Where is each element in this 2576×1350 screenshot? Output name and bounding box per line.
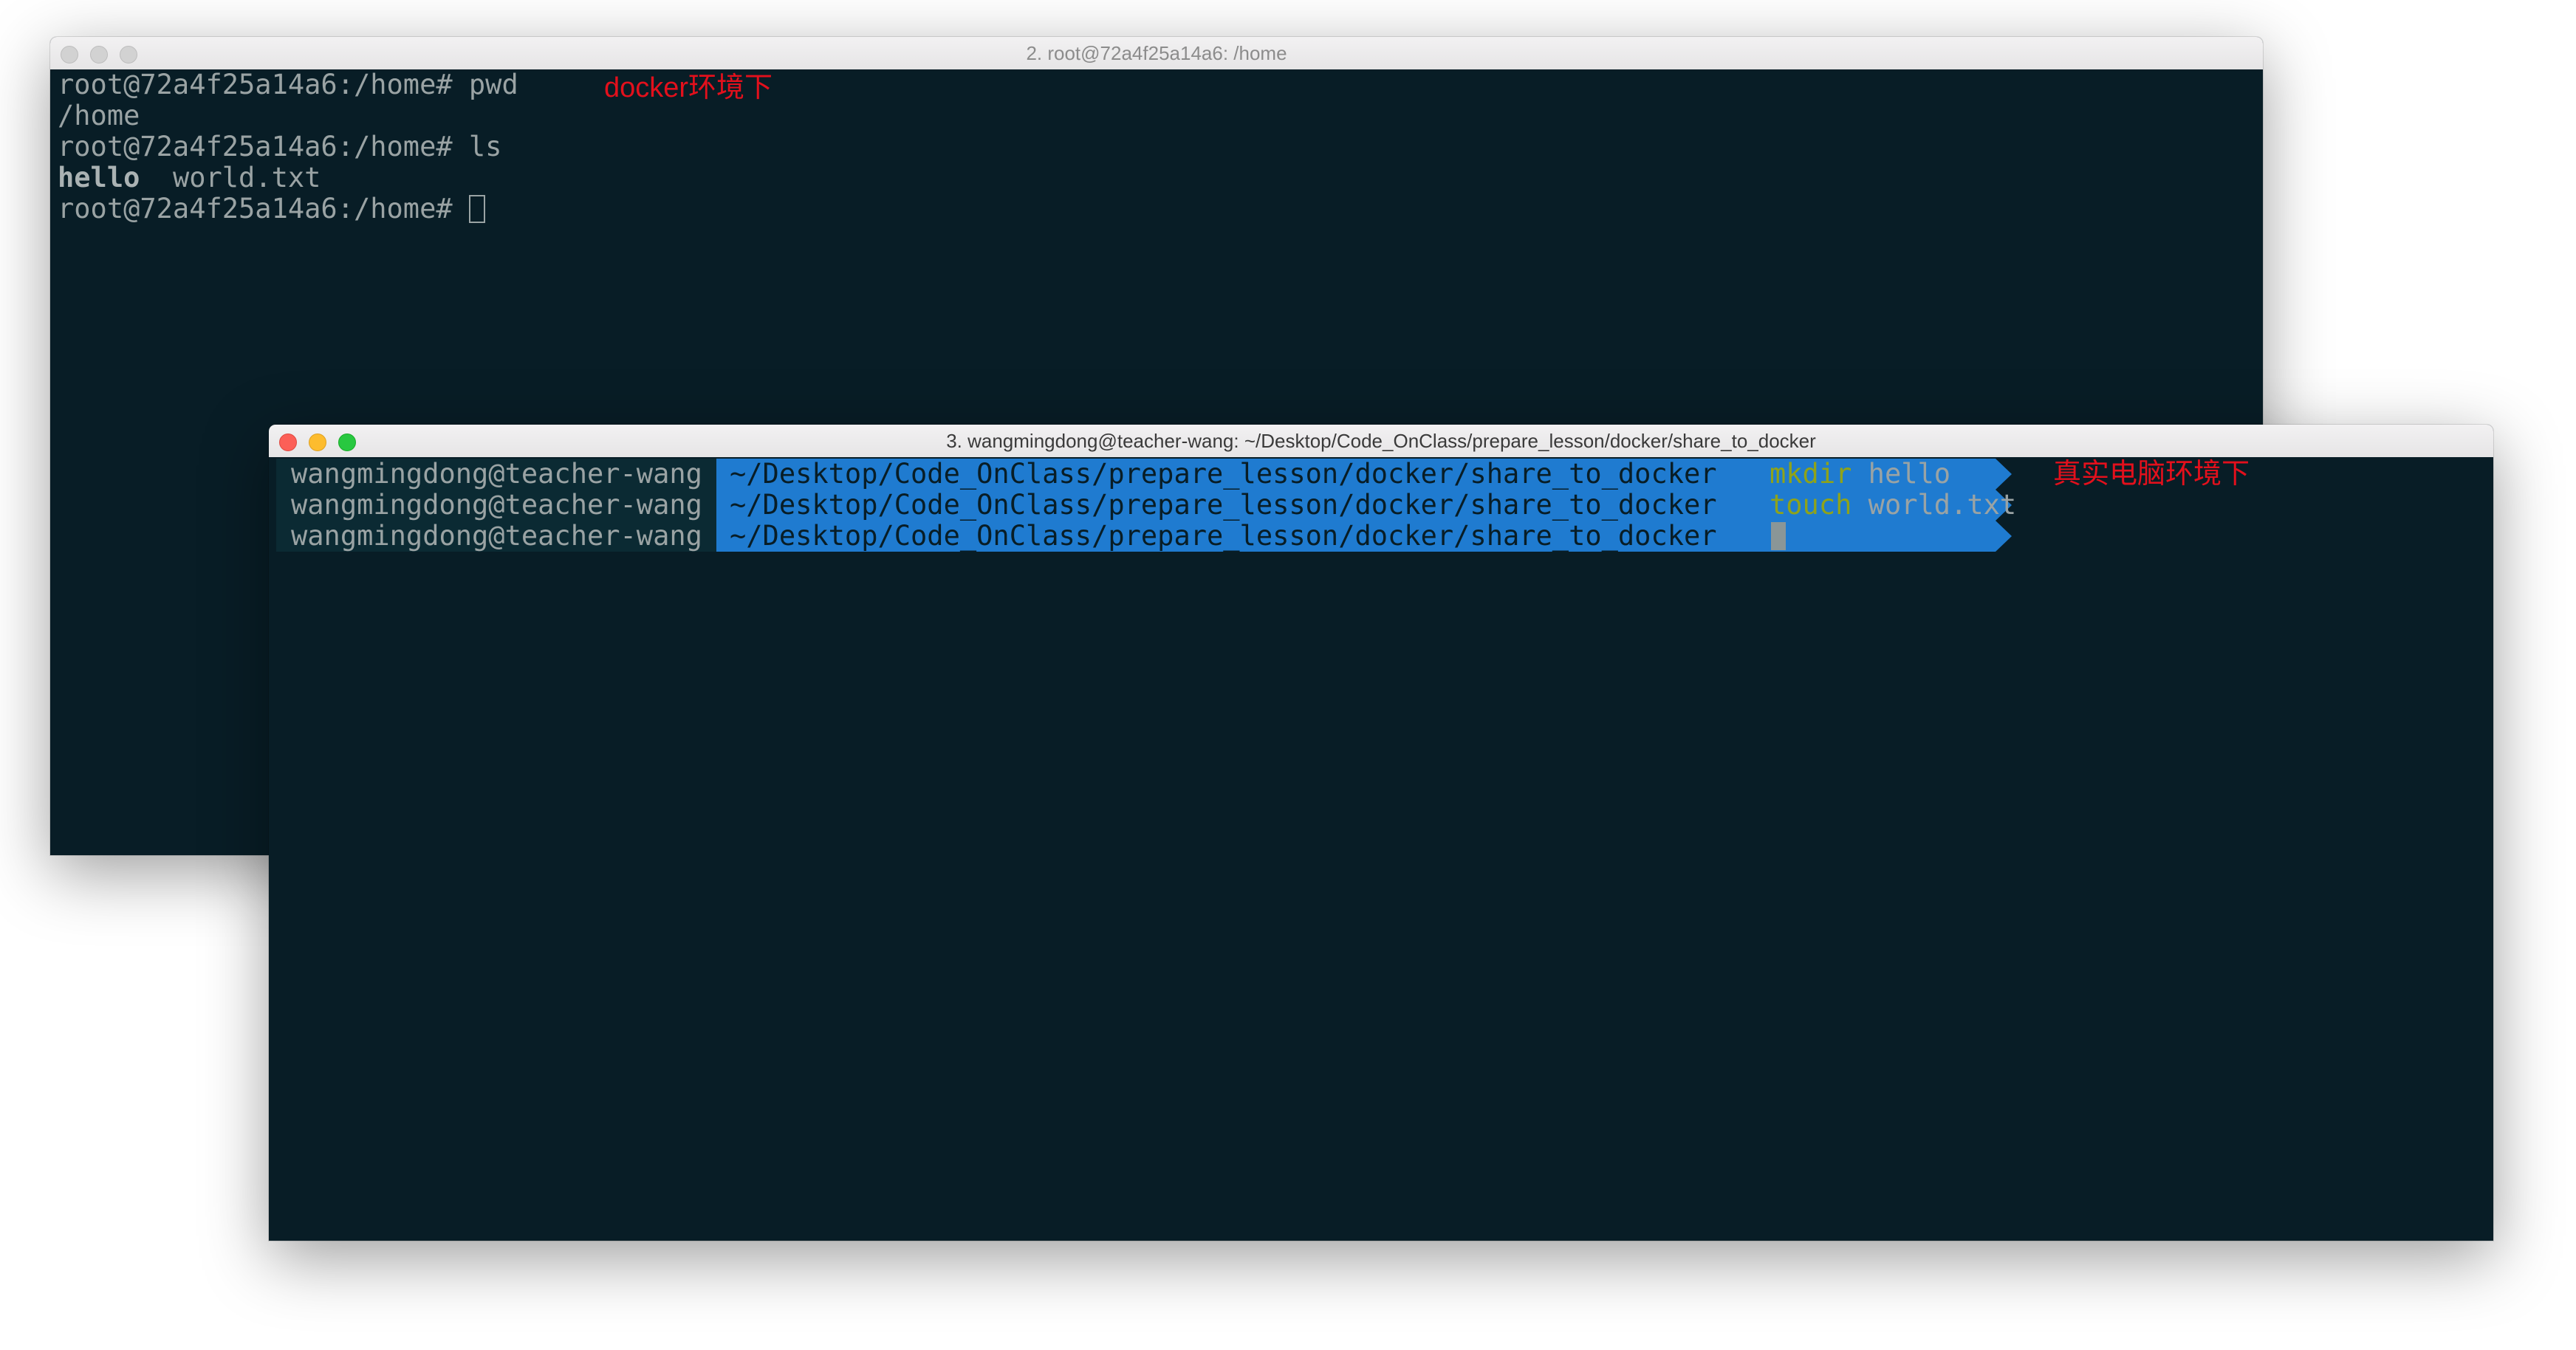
cursor-icon — [468, 194, 485, 223]
host-terminal-content[interactable]: wangmingdong@teacher-wang ~/Desktop/Code… — [269, 457, 2493, 1241]
prompt-path-segment: ~/Desktop/Code_OnClass/prepare_lesson/do… — [716, 521, 1996, 552]
annotation-docker: docker环境下 — [604, 72, 773, 103]
terminal-line: hello world.txt — [58, 162, 321, 193]
command-text: ls — [468, 131, 502, 162]
prompt-user-segment: wangmingdong@teacher-wang — [276, 490, 724, 521]
terminal-line: root@72a4f25a14a6:/home# — [58, 193, 485, 225]
command-text: pwd — [468, 69, 518, 100]
terminal-line: root@72a4f25a14a6:/home# pwd — [58, 69, 518, 100]
terminal-command: mkdir hello — [1770, 459, 1950, 490]
directory-entry: hello — [58, 162, 140, 193]
command-text: touch — [1770, 489, 1852, 521]
prompt: root@72a4f25a14a6:/home# — [58, 193, 453, 225]
prompt-user-segment: wangmingdong@teacher-wang — [276, 521, 724, 552]
output-text: /home — [58, 100, 140, 131]
file-entry: world.txt — [172, 162, 321, 193]
prompt-user-segment: wangmingdong@teacher-wang — [276, 459, 724, 490]
host-window-titlebar[interactable]: 3. wangmingdong@teacher-wang: ~/Desktop/… — [269, 425, 2493, 458]
command-text: mkdir — [1770, 458, 1852, 490]
prompt: root@72a4f25a14a6:/home# — [58, 131, 453, 162]
host-window-title: 3. wangmingdong@teacher-wang: ~/Desktop/… — [946, 430, 1816, 452]
command-arg: world.txt — [1868, 489, 2017, 521]
docker-window-titlebar[interactable]: 2. root@72a4f25a14a6: /home — [50, 37, 2263, 70]
powerline-arrow-icon — [1996, 459, 2012, 490]
host-terminal-window[interactable]: 3. wangmingdong@teacher-wang: ~/Desktop/… — [269, 425, 2493, 1241]
terminal-line: /home — [58, 100, 140, 131]
prompt: root@72a4f25a14a6:/home# — [58, 69, 453, 100]
terminal-line: root@72a4f25a14a6:/home# ls — [58, 131, 501, 162]
cursor-icon — [1771, 522, 1786, 550]
docker-window-title: 2. root@72a4f25a14a6: /home — [1026, 42, 1287, 64]
powerline-arrow-icon — [1996, 521, 2012, 552]
terminal-command: touch world.txt — [1770, 490, 2016, 521]
annotation-host: 真实电脑环境下 — [2053, 459, 2250, 490]
command-arg: hello — [1868, 458, 1951, 490]
